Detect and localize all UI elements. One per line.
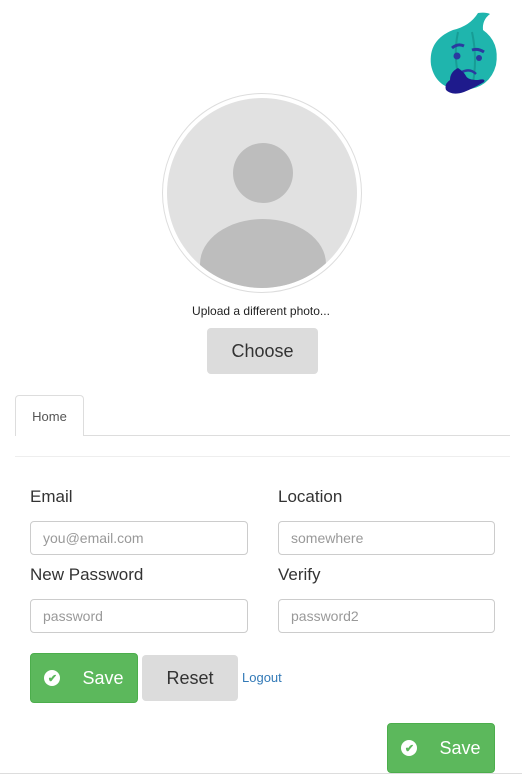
new-password-field[interactable] <box>30 599 248 633</box>
verify-label: Verify <box>278 565 321 584</box>
check-circle-icon: ✔ <box>401 740 418 756</box>
save-label: Save <box>439 737 481 758</box>
upload-photo-label: Upload a different photo... <box>192 304 330 318</box>
verify-password-field[interactable] <box>278 599 495 633</box>
tab-home[interactable]: Home <box>15 395 84 436</box>
section-divider <box>15 456 510 457</box>
logout-link[interactable]: Logout <box>242 670 282 685</box>
tabs-divider <box>15 435 510 436</box>
logo-icon <box>430 12 497 94</box>
new-password-label: New Password <box>30 565 144 584</box>
avatar-placeholder <box>167 98 357 288</box>
save-label: Save <box>82 667 124 688</box>
avatar-body-icon <box>200 219 326 288</box>
choose-photo-button[interactable]: Choose <box>207 328 318 374</box>
reset-button[interactable]: Reset <box>142 655 238 701</box>
bottom-border <box>0 773 522 774</box>
save-button[interactable]: ✔ Save <box>30 653 138 703</box>
location-label: Location <box>278 487 343 506</box>
location-field[interactable] <box>278 521 495 555</box>
email-label: Email <box>30 487 73 506</box>
save-button-bottom[interactable]: ✔ Save <box>387 723 495 773</box>
email-field[interactable] <box>30 521 248 555</box>
check-circle-icon: ✔ <box>44 670 61 686</box>
avatar-head-icon <box>233 143 293 203</box>
